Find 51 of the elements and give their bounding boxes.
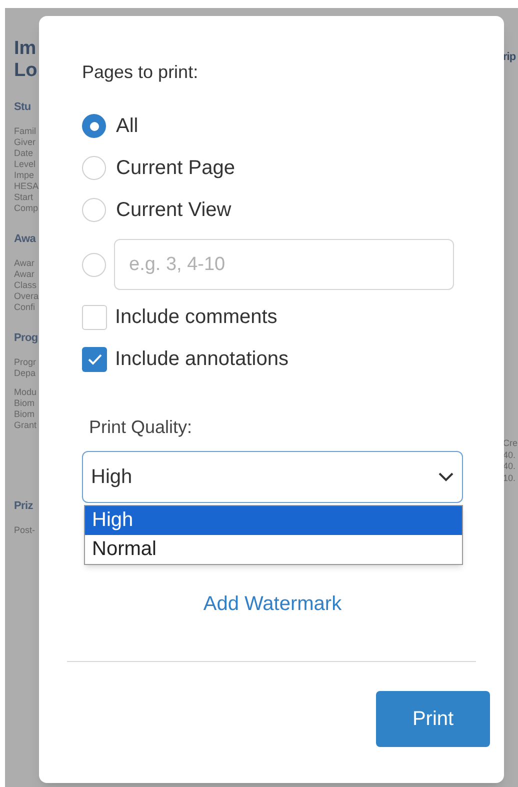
table-cell-text: 40.	[503, 461, 517, 472]
field-label: Depa	[14, 368, 37, 379]
field-label: Date	[14, 148, 34, 159]
radio-button[interactable]	[82, 198, 106, 222]
field-label: Biom	[14, 398, 36, 409]
dropdown-option[interactable]: High	[85, 506, 462, 535]
print-quality-select[interactable]: High	[82, 451, 463, 503]
page-range-field[interactable]: e.g. 3, 4-10	[114, 239, 454, 290]
document-title: rip	[503, 50, 517, 65]
dropdown-option[interactable]: Normal	[85, 535, 462, 564]
checkbox[interactable]	[82, 304, 107, 330]
document-title: Lo	[14, 60, 38, 82]
checkbox-label[interactable]: Include annotations	[115, 344, 288, 374]
field-label: Impe	[14, 170, 36, 181]
field-label: Level	[14, 159, 37, 170]
checkbox-label[interactable]: Include comments	[115, 302, 278, 332]
field-label: Giver	[14, 137, 37, 148]
field-label: Biom	[14, 409, 36, 420]
section-heading: Prog	[14, 331, 39, 346]
print-quality-label: Print Quality:	[89, 416, 194, 439]
field-label: Comp	[14, 203, 39, 214]
radio-label[interactable]: Current View	[116, 195, 232, 225]
field-label: Awar	[14, 258, 36, 269]
radio-button[interactable]	[82, 252, 106, 276]
field-label: Class	[14, 280, 38, 291]
field-label: Famil	[14, 126, 37, 137]
checkbox[interactable]	[82, 346, 107, 372]
document-title: Im	[14, 38, 38, 60]
dialog-heading: Pages to print:	[82, 61, 200, 83]
radio-button[interactable]	[82, 156, 106, 180]
field-label: Overa	[14, 291, 39, 302]
add-watermark-link[interactable]: Add Watermark	[203, 589, 342, 619]
checkmark-icon	[88, 354, 102, 364]
field-label: Progr	[14, 357, 38, 368]
field-label: Start	[14, 192, 34, 203]
radio-label[interactable]: All	[116, 111, 138, 141]
field-label: Post-	[14, 525, 36, 536]
table-cell-text: 40.	[503, 450, 517, 461]
field-label: Grant	[14, 420, 38, 431]
radio-button[interactable]	[82, 114, 106, 138]
section-heading: Priz	[14, 499, 34, 514]
field-label: Modu	[14, 387, 38, 398]
field-label: Awar	[14, 269, 36, 280]
field-label: Confi	[14, 302, 36, 313]
table-cell-text: 10.	[503, 472, 517, 484]
radio-label[interactable]: Current Page	[116, 153, 235, 183]
chevron-down-icon	[438, 472, 454, 482]
field-label: HESA	[14, 181, 39, 192]
print-button[interactable]: Print	[376, 691, 490, 747]
section-heading: Stu	[14, 100, 32, 115]
section-heading: Awa	[14, 232, 37, 247]
